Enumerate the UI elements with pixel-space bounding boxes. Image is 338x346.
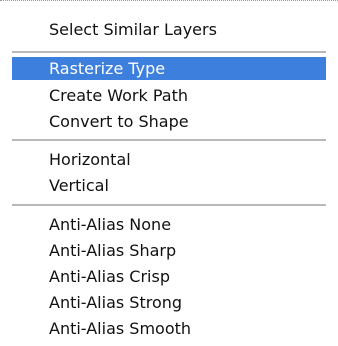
menu-item-anti-alias-crisp[interactable]: Anti-Alias Crisp <box>12 265 326 288</box>
menu-separator <box>12 51 326 53</box>
context-menu: Select Similar Layers Rasterize Type Cre… <box>0 0 338 346</box>
menu-item-anti-alias-sharp[interactable]: Anti-Alias Sharp <box>12 239 326 262</box>
menu-item-horizontal[interactable]: Horizontal <box>12 148 326 171</box>
menu-item-create-work-path[interactable]: Create Work Path <box>12 84 326 107</box>
menu-item-anti-alias-smooth[interactable]: Anti-Alias Smooth <box>12 317 326 340</box>
menu-item-rasterize-type[interactable]: Rasterize Type <box>12 57 326 80</box>
menu-separator <box>12 139 326 141</box>
menu-item-convert-to-shape[interactable]: Convert to Shape <box>12 110 326 133</box>
menu-separator <box>12 204 326 206</box>
menu-item-select-similar-layers[interactable]: Select Similar Layers <box>12 18 326 41</box>
menu-item-vertical[interactable]: Vertical <box>12 174 326 197</box>
menu-item-anti-alias-strong[interactable]: Anti-Alias Strong <box>12 291 326 314</box>
menu-item-anti-alias-none[interactable]: Anti-Alias None <box>12 213 326 236</box>
